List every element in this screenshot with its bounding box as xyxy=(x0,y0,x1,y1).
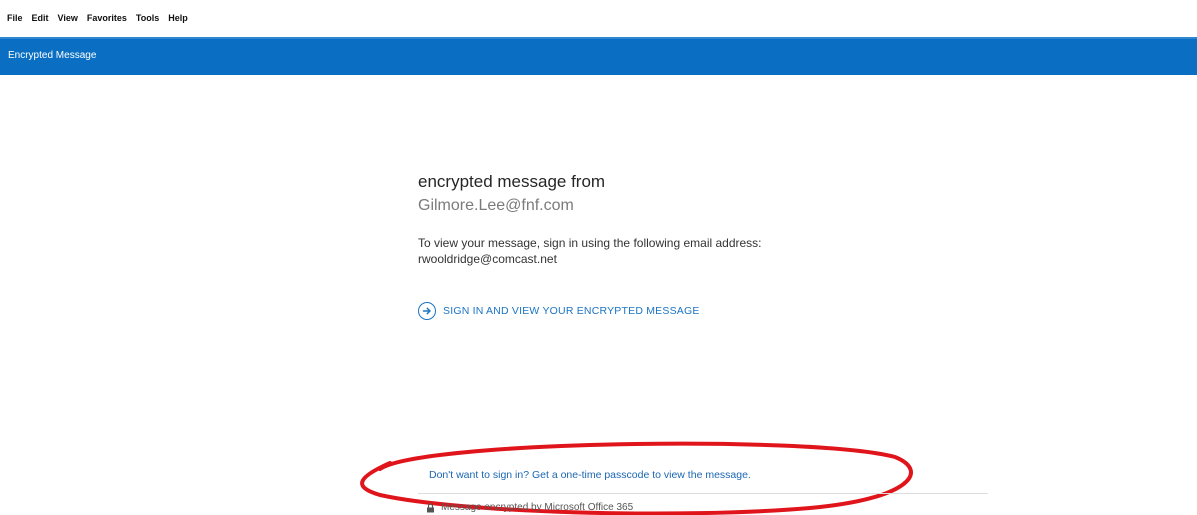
instructions-text: To view your message, sign in using the … xyxy=(418,236,762,250)
one-time-passcode-link[interactable]: Don't want to sign in? Get a one-time pa… xyxy=(429,469,751,482)
menu-help[interactable]: Help xyxy=(168,13,188,24)
footer-text: Message encrypted by Microsoft Office 36… xyxy=(441,502,634,513)
arrow-circle-icon xyxy=(418,302,436,320)
recipient-address: rwooldridge@comcast.net xyxy=(418,252,557,266)
message-heading: encrypted message from xyxy=(418,172,606,191)
menu-bar: File Edit View Favorites Tools Help xyxy=(0,0,1197,34)
menu-tools[interactable]: Tools xyxy=(136,13,159,24)
arrow-right-icon xyxy=(422,307,431,315)
menu-favorites[interactable]: Favorites xyxy=(87,13,127,24)
sender-address: Gilmore.Lee@fnf.com xyxy=(418,197,574,214)
sign-in-instructions: To view your message, sign in using the … xyxy=(418,235,978,267)
sign-in-label: SIGN IN AND VIEW YOUR ENCRYPTED MESSAGE xyxy=(443,305,700,317)
menu-edit[interactable]: Edit xyxy=(32,13,49,24)
header-title: Encrypted Message xyxy=(8,50,97,61)
message-panel: encrypted message from Gilmore.Lee@fnf.c… xyxy=(418,171,978,320)
menu-file[interactable]: File xyxy=(7,13,23,24)
footer-divider xyxy=(418,493,988,494)
footer: Message encrypted by Microsoft Office 36… xyxy=(426,502,633,514)
menu-view[interactable]: View xyxy=(58,13,78,24)
header-bar: Encrypted Message xyxy=(0,37,1197,75)
sign-in-link[interactable]: SIGN IN AND VIEW YOUR ENCRYPTED MESSAGE xyxy=(418,302,700,320)
lock-icon xyxy=(427,503,434,513)
